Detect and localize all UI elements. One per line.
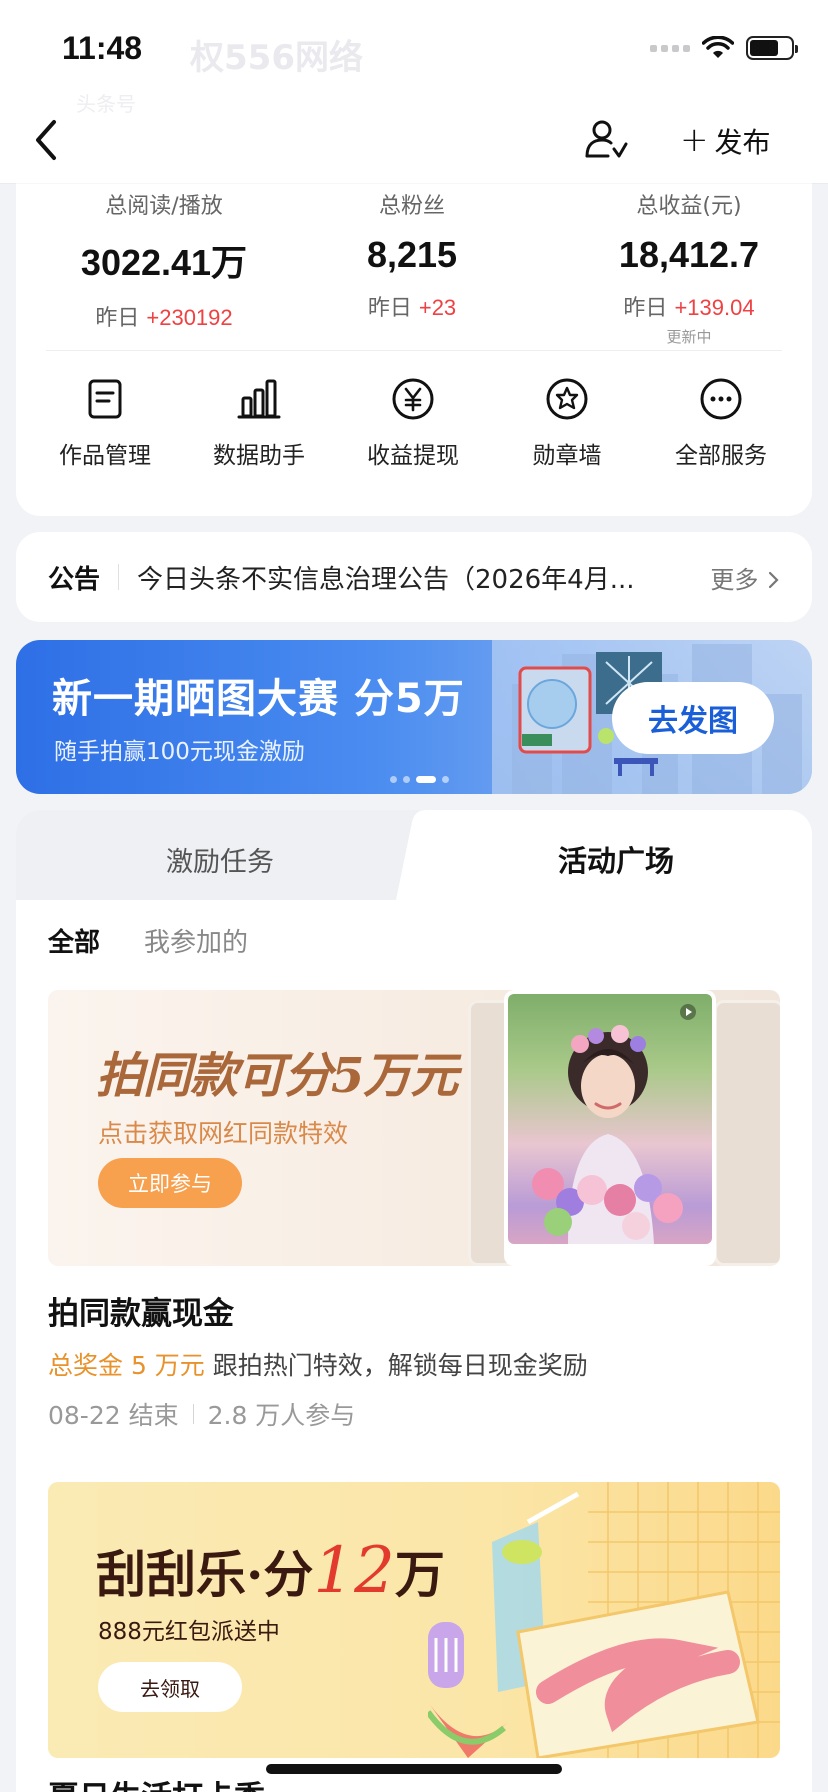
stat-value: 3022.41万 [80,242,248,283]
filter-joined[interactable]: 我参加的 [144,922,248,959]
phone-mockup [504,990,716,1266]
stat-delta: 昨日 +230192 [95,305,233,331]
status-time: 11:48 [62,30,143,66]
task-section: 激励任务 活动广场 全部 我参加的 拍同款可分5万元 点击获取网红同款特效 立即… [16,810,812,1792]
stat-value: 8,215 [366,234,458,275]
medal-icon [546,378,588,420]
divider [46,350,782,351]
service-works-management[interactable]: 作品管理 [28,366,182,470]
yen-circle-icon [392,378,434,420]
tab-activity-plaza[interactable]: 活动广场 [558,838,674,880]
divider [192,1404,194,1424]
announcement-title: 公告 [48,564,101,595]
top-header: 权556网络 头条号 11:48 + 发布 [0,0,828,183]
updating-note: 更新中 [666,328,712,346]
stat-delta: 昨日 +23 [367,295,457,321]
bar-chart-icon [237,379,281,419]
activity-prize: 总奖金 5 万元 [48,1351,205,1380]
chevron-left-icon [36,120,56,160]
service-withdraw[interactable]: 收益提现 [336,366,490,470]
activity-description: 总奖金 5 万元 跟拍热门特效，解锁每日现金奖励 [48,1346,588,1382]
phone-mockup-back [714,1000,780,1266]
page-dot [442,776,449,783]
banner-subtitle: 随手拍赢100元现金激励 [54,739,305,765]
join-now-button[interactable]: 立即参与 [98,1158,242,1208]
activity-meta: 08-22 结束 2.8 万人参与 [48,1396,355,1432]
banner-cta-button[interactable]: 去发图 [612,682,774,754]
stat-label: 总阅读/播放 [105,194,223,219]
publish-button[interactable]: + 发布 [680,118,771,164]
activity-image-subtitle: 888元红包派送中 [98,1619,280,1645]
status-icons [650,36,798,60]
stat-fans[interactable]: 总粉丝 8,215 昨日 +23 [312,188,512,322]
activity-banner-image[interactable]: 拍同款可分5万元 点击获取网红同款特效 立即参与 [48,990,780,1266]
activity-banner-image[interactable]: 刮刮乐·分12万 888元红包派送中 去领取 [48,1482,780,1758]
ghost-account-title: 权556网络 [190,38,363,78]
announcement-more-link[interactable]: 更多 [710,560,780,595]
portrait-photo [508,994,712,1244]
activity-image-title: 拍同款可分5万元 [96,1048,458,1104]
page-dot [403,776,410,783]
service-data-assistant[interactable]: 数据助手 [182,366,336,470]
user-verify-button[interactable] [582,116,630,164]
activity-title[interactable]: 拍同款赢现金 [48,1288,234,1333]
stat-delta: 昨日 +139.04 [623,295,755,321]
page-dot [390,776,397,783]
announcement-text: 今日头条不实信息治理公告（2026年4月... [137,564,635,595]
service-label: 数据助手 [213,443,305,469]
activity-image-subtitle: 点击获取网红同款特效 [98,1119,349,1148]
more-dots-icon [700,378,742,420]
wifi-icon [702,36,734,58]
filter-all[interactable]: 全部 [48,922,100,959]
service-medal-wall[interactable]: 勋章墙 [490,366,644,470]
battery-icon [746,36,798,60]
activity-end-date: 08-22 结束 [48,1401,179,1430]
service-grid: 作品管理 数据助手 收益提现 勋章墙 全部服务 [16,366,812,470]
claim-button[interactable]: 去领取 [98,1662,242,1712]
stat-reads[interactable]: 总阅读/播放 3022.41万 昨日 +230192 [46,188,282,332]
stats-card: 总阅读/播放 3022.41万 昨日 +230192 总粉丝 8,215 昨日 … [16,170,812,516]
user-check-icon [585,120,628,158]
activity-participants: 2.8 万人参与 [207,1401,356,1430]
back-button[interactable] [28,114,68,166]
page-dot-active [416,776,436,783]
stat-value: 18,412.7 [618,234,760,275]
plus-icon: + [680,119,709,160]
ghost-account-sub: 头条号 [76,92,136,116]
home-indicator[interactable] [266,1764,562,1774]
banner-title: 新一期晒图大赛 分5万 [52,676,465,722]
service-label: 勋章墙 [532,443,602,469]
chevron-right-icon [768,571,779,588]
banner-pagination [390,776,449,783]
stat-label: 总收益(元) [636,194,742,219]
service-label: 全部服务 [675,443,767,469]
scratch-card-art [428,1482,780,1758]
service-all[interactable]: 全部服务 [644,366,798,470]
promo-banner[interactable]: 新一期晒图大赛 分5万 随手拍赢100元现金激励 去发图 [16,640,812,794]
stat-earnings[interactable]: 总收益(元) 18,412.7 昨日 +139.04 更新中 [576,188,802,347]
tab-notch [396,810,456,900]
stat-label: 总粉丝 [378,194,445,219]
announcement-bar[interactable]: 公告 今日头条不实信息治理公告（2026年4月... 更多 [16,532,812,622]
activity-desc-text: 跟拍热门特效，解锁每日现金奖励 [212,1351,588,1380]
tab-label: 激励任务 [166,847,274,878]
service-label: 作品管理 [59,443,151,469]
divider [118,564,120,590]
activity-title[interactable]: 夏日生活打卡季 [48,1772,265,1792]
activity-image-title: 刮刮乐·分12万 [96,1534,445,1608]
signal-icon [650,44,690,52]
publish-label: 发布 [714,126,771,159]
document-icon [88,379,122,419]
service-label: 收益提现 [367,443,459,469]
